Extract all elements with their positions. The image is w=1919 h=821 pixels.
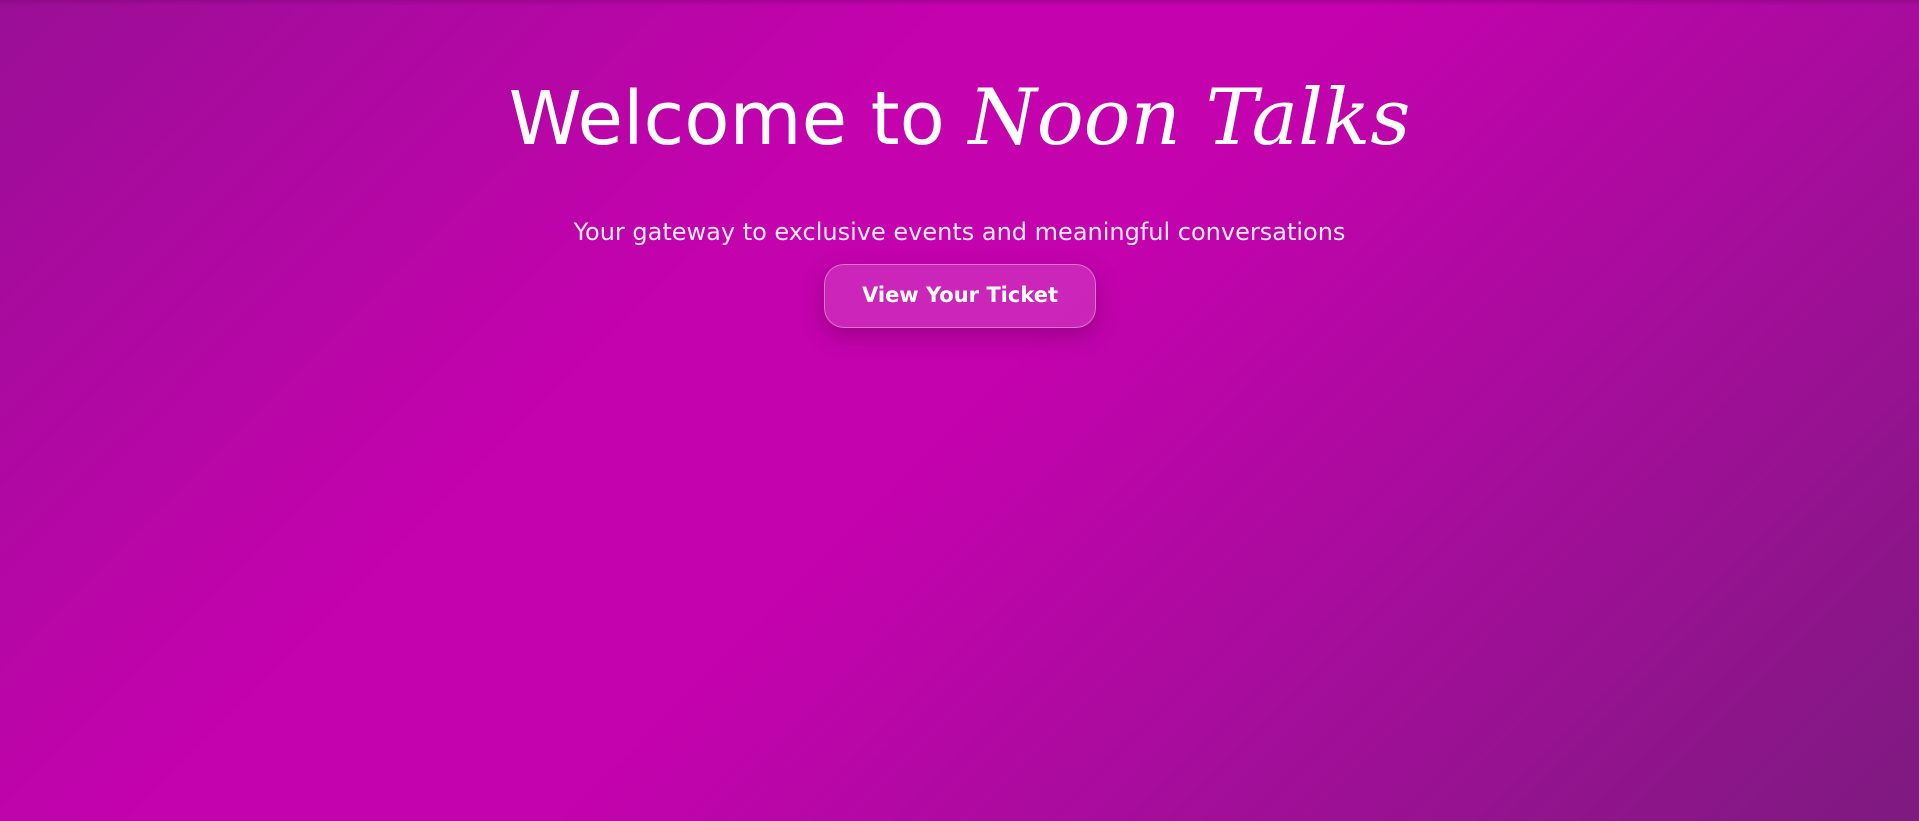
top-edge-shadow (0, 0, 1919, 6)
hero-title: Welcome to Noon Talks (0, 72, 1919, 165)
hero-subtitle: Your gateway to exclusive events and mea… (573, 218, 1346, 246)
brand-name: Noon Talks (968, 73, 1411, 163)
view-ticket-button[interactable]: View Your Ticket (824, 264, 1096, 328)
hero-title-prefix: Welcome to (508, 76, 969, 162)
